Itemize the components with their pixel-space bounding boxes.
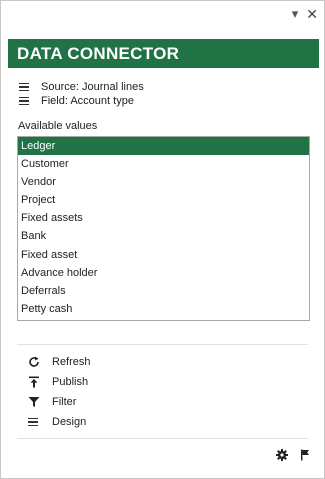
design-button[interactable]: Design <box>28 412 91 432</box>
list-item[interactable]: Project <box>18 191 309 209</box>
divider <box>17 344 308 345</box>
list-item[interactable]: Ledger <box>18 137 309 156</box>
list-item[interactable]: Customer <box>18 155 309 173</box>
available-values-list[interactable]: Ledger Customer Vendor Project Fixed ass… <box>17 136 310 321</box>
flag-icon[interactable] <box>300 448 310 466</box>
action-list: Refresh Publish Filter Design <box>28 352 91 432</box>
list-item[interactable]: Fixed assets <box>18 209 309 227</box>
source-label: Source: Journal lines <box>41 81 144 93</box>
design-label: Design <box>52 416 87 428</box>
pane-title: DATA CONNECTOR <box>8 39 319 68</box>
list-item[interactable]: Fixed asset <box>18 246 309 264</box>
refresh-button[interactable]: Refresh <box>28 352 91 372</box>
list-item[interactable]: Deferrals <box>18 282 309 300</box>
connection-info: Source: Journal lines Field: Account typ… <box>19 80 144 108</box>
footer-toolbar <box>276 448 310 466</box>
list-item[interactable]: Advance holder <box>18 264 309 282</box>
field-row: Field: Account type <box>19 94 144 108</box>
list-item[interactable]: Vendor <box>18 173 309 191</box>
task-pane: ▾ ✕ DATA CONNECTOR Source: Journal lines… <box>0 0 325 479</box>
close-icon[interactable]: ✕ <box>306 7 318 21</box>
list-item[interactable]: Petty cash <box>18 300 309 318</box>
field-label: Field: Account type <box>41 95 134 107</box>
filter-button[interactable]: Filter <box>28 392 91 412</box>
refresh-icon <box>28 356 52 368</box>
divider <box>17 438 308 439</box>
list-icon <box>19 97 41 105</box>
gear-icon[interactable] <box>276 448 288 466</box>
pane-controls: ▾ ✕ <box>292 7 318 22</box>
list-icon <box>19 83 41 91</box>
list-icon <box>28 418 52 426</box>
source-row: Source: Journal lines <box>19 80 144 94</box>
publish-button[interactable]: Publish <box>28 372 91 392</box>
publish-icon <box>28 376 52 388</box>
pane-menu-chevron-icon[interactable]: ▾ <box>292 7 299 21</box>
publish-label: Publish <box>52 376 89 388</box>
filter-label: Filter <box>52 396 77 408</box>
available-values-label: Available values <box>18 120 98 132</box>
list-item[interactable]: Bank <box>18 227 309 245</box>
refresh-label: Refresh <box>52 356 91 368</box>
filter-icon <box>28 396 52 408</box>
